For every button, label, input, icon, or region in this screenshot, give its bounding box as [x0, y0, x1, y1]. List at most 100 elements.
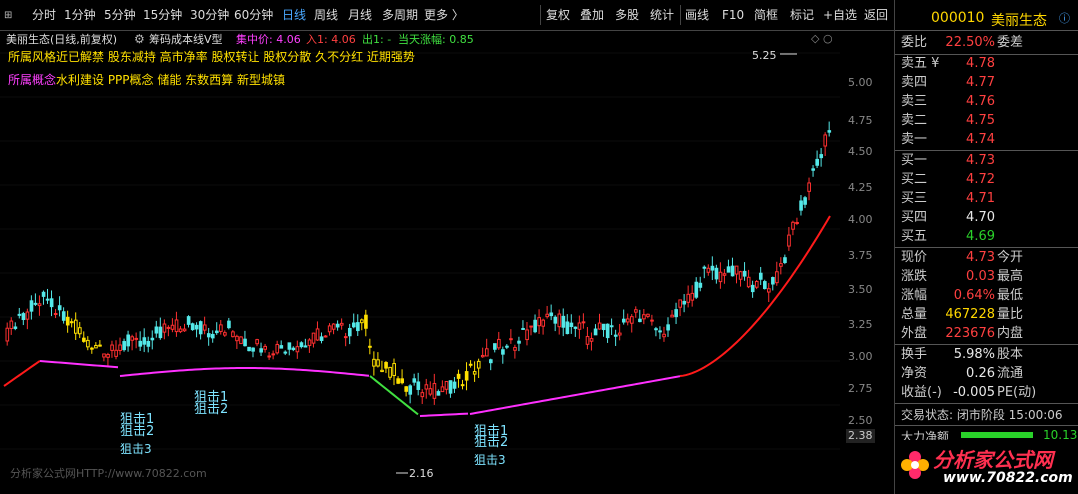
- btn-back[interactable]: 返回: [864, 7, 888, 23]
- stat-label2: 量比: [997, 307, 1024, 322]
- ask-row[interactable]: 卖三 4.76: [895, 93, 1078, 111]
- stat-row: 涨幅 0.64% 最低: [895, 287, 1078, 305]
- btn-add-watch[interactable]: +自选: [823, 7, 857, 23]
- logo-area: 分析家公式网 www.70822.com: [895, 440, 1078, 494]
- candle: [118, 337, 122, 355]
- candle: [29, 295, 34, 320]
- candle: [525, 322, 529, 346]
- collapse-icon[interactable]: ◇ ○: [811, 32, 833, 46]
- bid-row[interactable]: 买一 4.73: [895, 152, 1078, 170]
- stat-label2: 流通: [997, 366, 1024, 381]
- candle: [529, 325, 533, 336]
- candle: [420, 389, 425, 404]
- bid-label: 买三: [901, 191, 928, 206]
- candle: [626, 313, 630, 326]
- stat-value: 0.03: [966, 269, 995, 284]
- candle: [819, 148, 824, 167]
- tab-weekly[interactable]: 周线: [314, 7, 338, 23]
- candle: [368, 338, 372, 355]
- candle: [702, 265, 707, 279]
- current-price-tag: 2.38: [846, 429, 875, 443]
- bid-row[interactable]: 买五 4.69: [895, 228, 1078, 246]
- price-tick: 5.00: [848, 76, 873, 89]
- candle: [219, 319, 223, 335]
- stock-code: 000010: [931, 10, 985, 26]
- low-price-marker: 2.16: [409, 467, 434, 480]
- indicator-gear-icon[interactable]: ⚙: [134, 32, 145, 46]
- btn-multi-stock[interactable]: 多股: [615, 7, 639, 23]
- kline-chart[interactable]: 美丽生态(日线,前复权) ⚙ 筹码成本线V型 集中价: 4.06 入1: 4.0…: [0, 31, 893, 494]
- ask-row[interactable]: 卖一 4.74: [895, 131, 1078, 149]
- candle: [726, 259, 731, 273]
- menu-icon[interactable]: ⊞: [4, 8, 12, 24]
- cost-line-pink: [39, 360, 119, 369]
- bid-row[interactable]: 买二 4.72: [895, 171, 1078, 189]
- candle: [779, 257, 783, 275]
- candle: [412, 373, 417, 386]
- candle: [690, 285, 695, 307]
- bid-row[interactable]: 买四 4.70: [895, 209, 1078, 227]
- expand-icon[interactable]: ⓘ: [1059, 10, 1070, 26]
- btn-stats[interactable]: 统计: [650, 7, 674, 23]
- divider: [895, 425, 1078, 426]
- tab-5min[interactable]: 5分钟: [104, 7, 136, 23]
- candle: [750, 280, 755, 298]
- candle: [323, 335, 328, 338]
- cost-line-red: [679, 215, 831, 377]
- ratio-row: 委比 22.50% 委差: [895, 34, 1078, 52]
- btn-simple-frame[interactable]: 简框: [754, 7, 778, 23]
- candle: [283, 350, 288, 356]
- candle: [182, 323, 187, 332]
- candle: [589, 332, 594, 351]
- btn-adjust[interactable]: 复权: [546, 7, 570, 23]
- candle: [162, 319, 167, 340]
- btn-mark[interactable]: 标记: [790, 7, 814, 23]
- tab-multi-period[interactable]: 多周期: [382, 7, 418, 23]
- stat-label2: PE(动): [997, 385, 1037, 400]
- candle: [424, 378, 429, 399]
- ask-row[interactable]: 卖五 ¥ 4.78: [895, 55, 1078, 73]
- price-tick: 2.75: [848, 382, 873, 395]
- tab-monthly[interactable]: 月线: [348, 7, 372, 23]
- divider: [895, 344, 1078, 345]
- candle: [247, 346, 251, 352]
- btn-f10[interactable]: F10: [722, 7, 744, 23]
- indicator-name[interactable]: 筹码成本线V型: [149, 33, 223, 47]
- bid-row[interactable]: 买三 4.71: [895, 190, 1078, 208]
- candle: [259, 342, 263, 356]
- candle: [327, 323, 332, 336]
- tab-60min[interactable]: 60分钟: [234, 7, 273, 23]
- candle: [303, 338, 308, 348]
- ask-label: 卖二: [901, 113, 928, 128]
- candle: [41, 290, 46, 305]
- btn-overlay[interactable]: 叠加: [580, 7, 604, 23]
- candle: [682, 294, 687, 313]
- candle: [263, 343, 268, 353]
- divider: [895, 403, 1078, 404]
- tab-15min[interactable]: 15分钟: [143, 7, 182, 23]
- tab-more[interactable]: 更多 〉: [424, 7, 464, 23]
- candle: [106, 352, 110, 368]
- candle: [541, 318, 546, 335]
- sniper-label: 狙击3: [474, 453, 506, 467]
- candle: [311, 332, 316, 348]
- tab-30min[interactable]: 30分钟: [190, 7, 229, 23]
- candle: [605, 323, 610, 343]
- candle: [517, 336, 521, 352]
- btn-draw[interactable]: 画线: [685, 7, 709, 23]
- ask-price: 4.75: [966, 113, 995, 128]
- ask-label: 卖三: [901, 94, 928, 109]
- bid-price: 4.72: [966, 172, 995, 187]
- ask-row[interactable]: 卖二 4.75: [895, 112, 1078, 130]
- tab-1min[interactable]: 1分钟: [64, 7, 96, 23]
- candle: [811, 165, 815, 177]
- ask-row[interactable]: 卖四 4.77: [895, 74, 1078, 92]
- candle: [404, 385, 409, 397]
- tab-daily[interactable]: 日线: [282, 7, 306, 23]
- candle: [49, 290, 54, 317]
- candle: [714, 264, 719, 284]
- divider: [895, 150, 1078, 151]
- tab-fenshi[interactable]: 分时: [32, 7, 56, 23]
- price-tick: 4.50: [848, 145, 873, 158]
- candle: [537, 309, 541, 334]
